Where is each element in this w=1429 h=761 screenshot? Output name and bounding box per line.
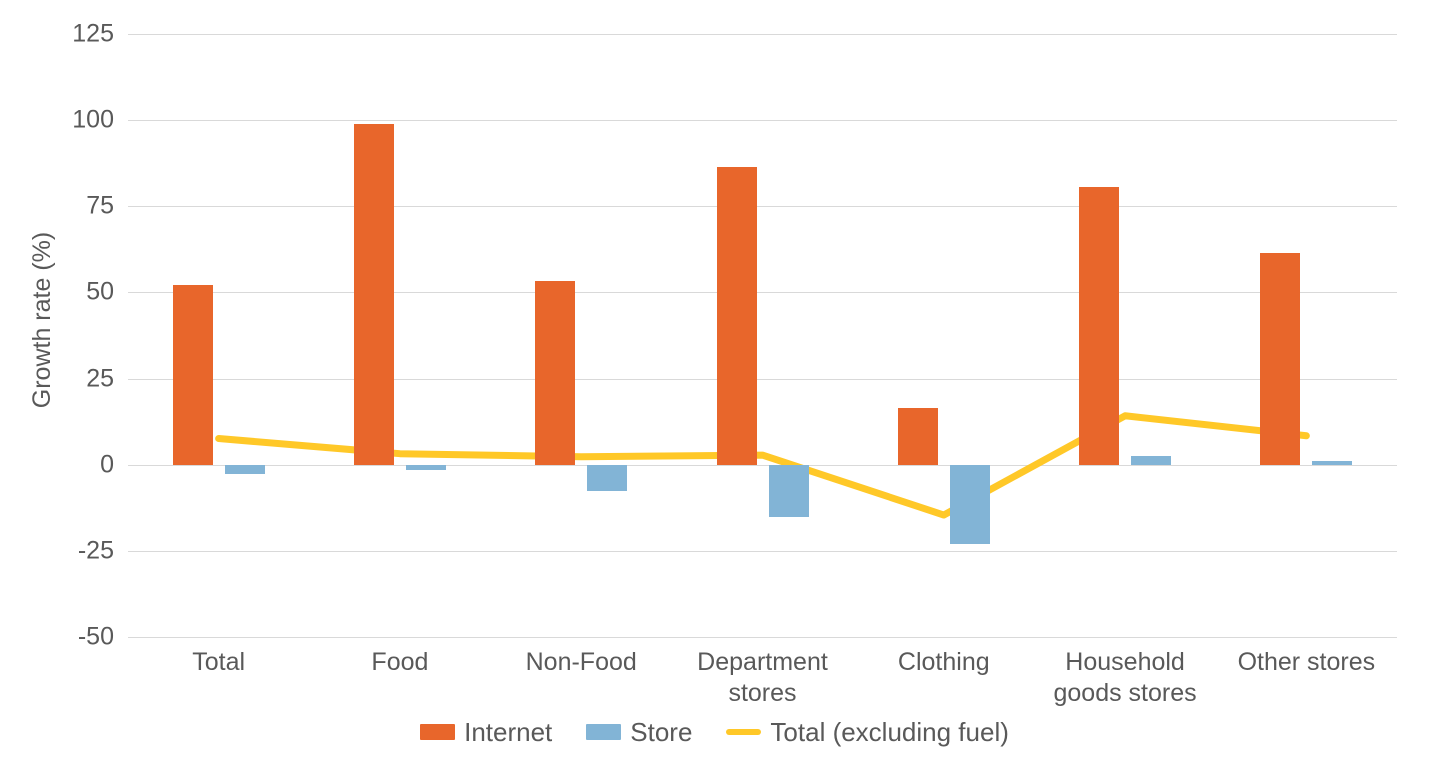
- legend-swatch-icon: [420, 724, 456, 740]
- legend-swatch-icon: [586, 724, 622, 740]
- bar-store[interactable]: [1131, 455, 1172, 465]
- legend-item[interactable]: Store: [586, 717, 692, 748]
- bar-store[interactable]: [405, 464, 446, 470]
- gridline: [128, 120, 1397, 122]
- y-axis-tick-label: 50: [86, 277, 114, 306]
- bar-store[interactable]: [768, 464, 809, 518]
- bar-store[interactable]: [587, 464, 628, 491]
- bar-internet[interactable]: [897, 408, 938, 465]
- x-axis-label: Food: [371, 648, 429, 676]
- y-axis-tick-label: -50: [77, 622, 114, 651]
- bar-store[interactable]: [224, 464, 265, 474]
- y-axis-tick-labels: 125 100 75 50 25 0 -25 -50: [0, 0, 128, 761]
- gridline: [128, 378, 1397, 380]
- x-axis-category-labels: Total Food Non-Food Department stores Clothi…: [128, 647, 1397, 709]
- gridline: [128, 637, 1397, 638]
- x-axis-label: Household goods stores: [1053, 648, 1197, 707]
- gridline: [128, 550, 1397, 552]
- legend-label: Internet: [464, 716, 553, 747]
- gridline: [128, 292, 1397, 294]
- gridline: [128, 34, 1397, 35]
- plot-area: [128, 0, 1397, 645]
- bar-internet[interactable]: [716, 166, 757, 465]
- legend-label: Store: [630, 716, 693, 747]
- legend-line-icon: [726, 729, 762, 735]
- chart-legend: Internet Store Total (excluding fuel): [0, 712, 1429, 752]
- legend-item[interactable]: Internet: [420, 717, 552, 748]
- y-axis-tick-label: 125: [72, 19, 114, 48]
- y-axis-tick-label: 0: [100, 450, 114, 479]
- legend-item[interactable]: Total (excluding fuel): [726, 716, 1009, 748]
- x-axis-label: Total: [192, 648, 246, 676]
- chart-container: Growth rate (%) 125 100 75 50 25 0 -25 -50 Tota…: [0, 0, 1429, 761]
- x-axis-label: Non-Food: [525, 648, 637, 676]
- bar-store[interactable]: [1312, 461, 1353, 465]
- x-axis-label: Department stores: [697, 648, 828, 707]
- x-axis-label: Other stores: [1237, 648, 1376, 676]
- gridline: [128, 206, 1397, 208]
- y-axis-tick-label: 100: [72, 105, 114, 134]
- bar-internet[interactable]: [1079, 186, 1120, 465]
- legend-label: Total (excluding fuel): [770, 716, 1009, 747]
- gridline: [128, 464, 1397, 466]
- total-excluding-fuel-line-series: [215, 412, 1310, 519]
- y-axis-tick-label: -25: [77, 536, 114, 565]
- y-axis-tick-label: 75: [86, 191, 114, 220]
- bar-internet[interactable]: [1260, 252, 1301, 465]
- bar-internet[interactable]: [535, 281, 576, 465]
- y-axis-tick-label: 25: [86, 364, 114, 393]
- bar-store[interactable]: [949, 464, 990, 545]
- x-axis-label: Clothing: [897, 648, 990, 676]
- bar-internet[interactable]: [172, 284, 213, 465]
- bar-internet[interactable]: [353, 123, 394, 465]
